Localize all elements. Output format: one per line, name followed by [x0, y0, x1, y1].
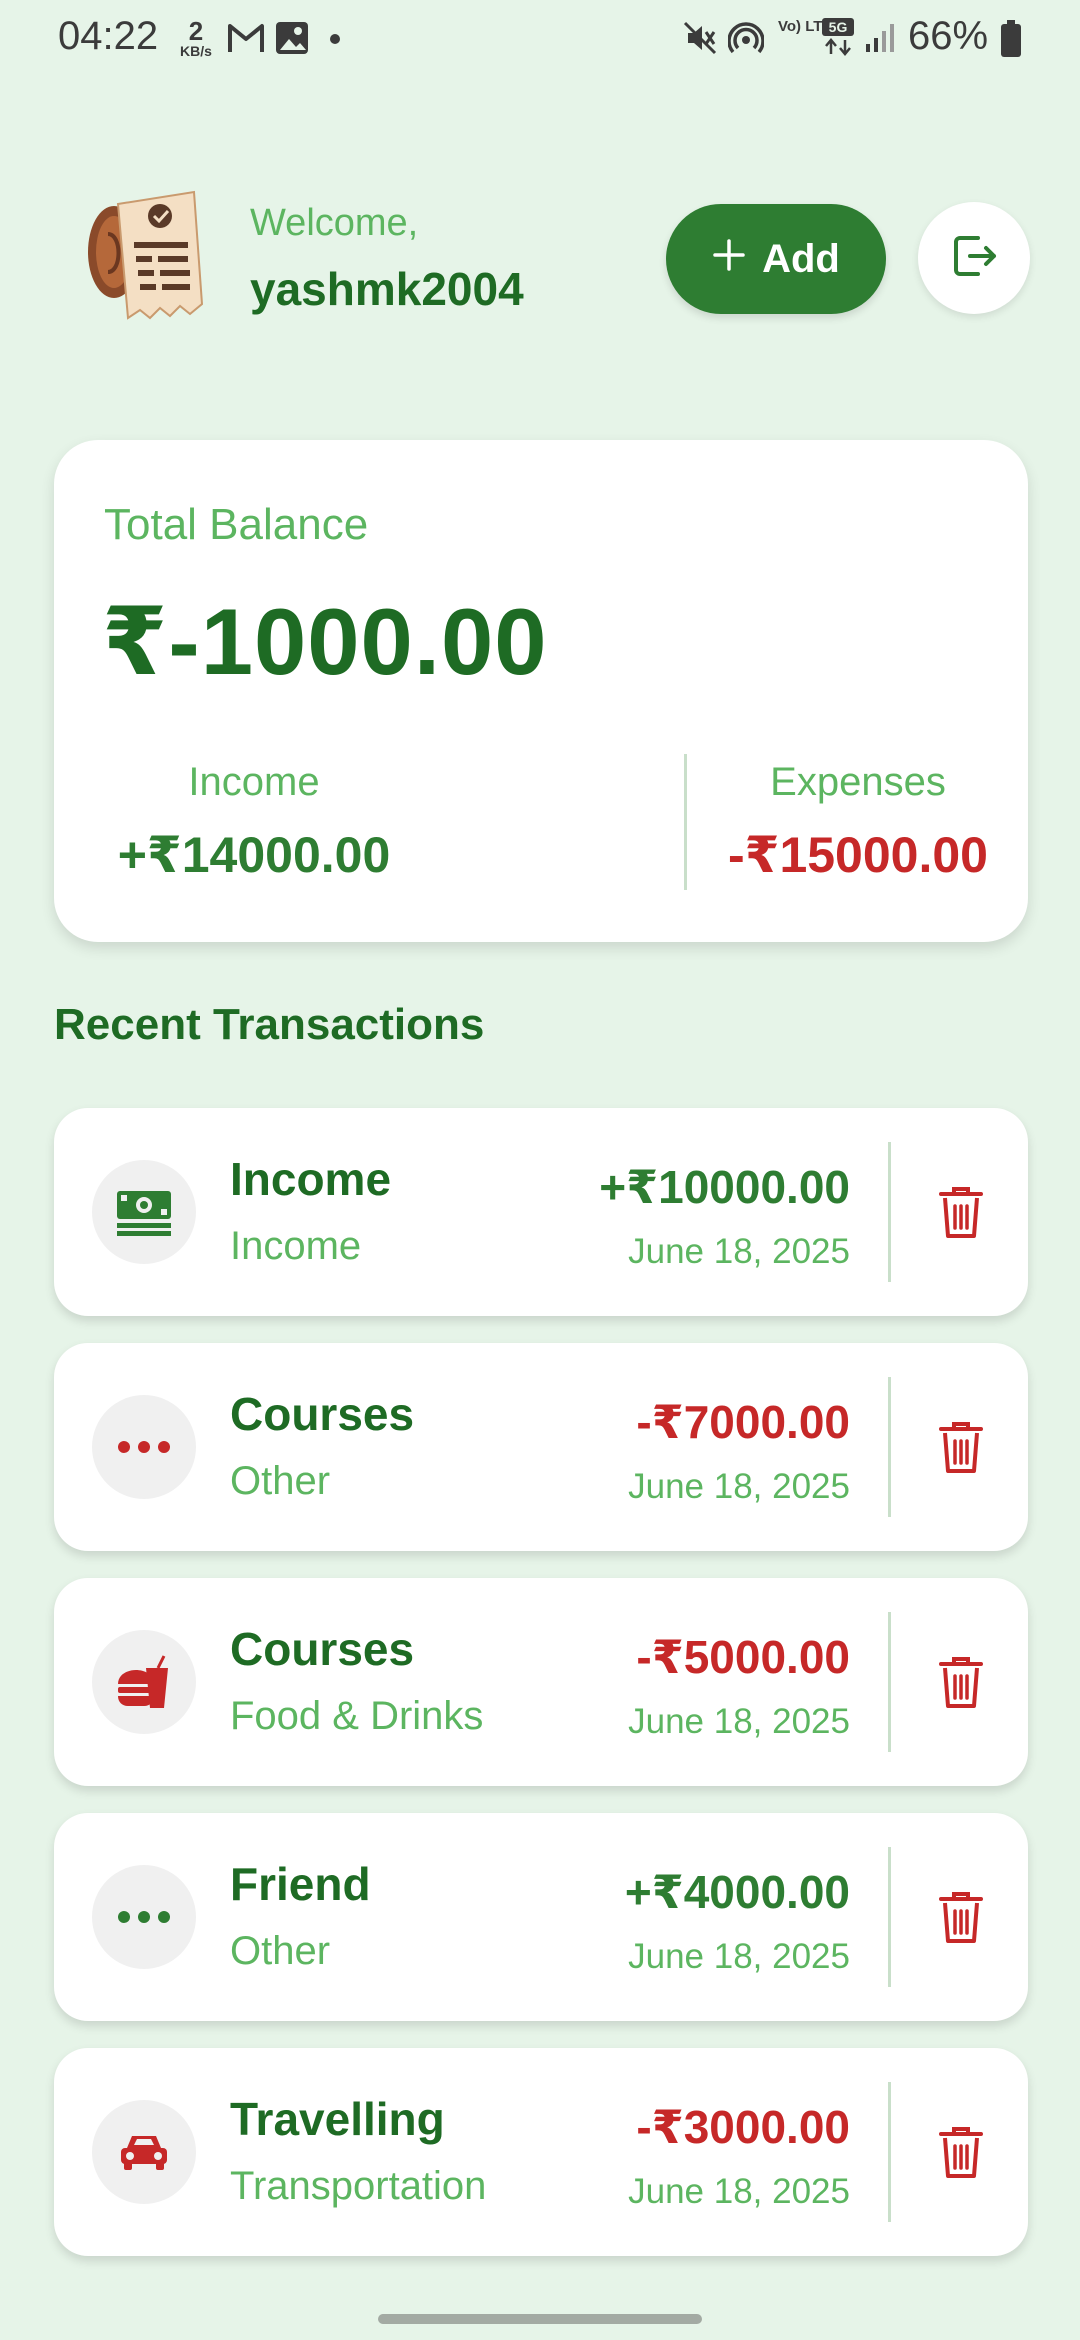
transaction-category: Food & Drinks	[230, 1694, 484, 1738]
status-bar: 04:22 2 KB/s Vo) LTE 5G 66%	[0, 0, 1080, 80]
transaction-item[interactable]: Travelling Transportation -₹3000.00 June…	[54, 2048, 1028, 2256]
signal-icon	[862, 20, 898, 61]
transaction-date: June 18, 2025	[628, 1232, 850, 1271]
transaction-item[interactable]: Courses Food & Drinks -₹5000.00 June 18,…	[54, 1578, 1028, 1786]
transaction-item[interactable]: Friend Other +₹4000.00 June 18, 2025	[54, 1813, 1028, 2021]
transaction-date: June 18, 2025	[628, 2172, 850, 2211]
delete-icon[interactable]	[930, 1883, 992, 1951]
divider	[888, 2082, 891, 2222]
home-indicator[interactable]	[378, 2314, 702, 2324]
transaction-item[interactable]: Courses Other -₹7000.00 June 18, 2025	[54, 1343, 1028, 1551]
transaction-amount: -₹5000.00	[636, 1631, 850, 1683]
transaction-title: Friend	[230, 1858, 371, 1910]
gallery-icon	[274, 20, 310, 61]
battery-percent: 66%	[908, 14, 989, 58]
logout-button[interactable]	[918, 202, 1030, 314]
transaction-category: Other	[230, 1929, 331, 1973]
network-speed: 2 KB/s	[174, 18, 218, 58]
add-transaction-button[interactable]: Add	[666, 204, 886, 314]
car-icon	[92, 2100, 196, 2204]
svg-text:5G: 5G	[829, 19, 848, 35]
expenses-label: Expenses	[770, 760, 946, 804]
income-label: Income	[188, 760, 320, 804]
delete-icon[interactable]	[930, 1648, 992, 1716]
transaction-title: Courses	[230, 1388, 415, 1440]
divider	[888, 1142, 891, 1282]
username: yashmk2004	[250, 263, 524, 315]
transaction-amount: +₹4000.00	[624, 1866, 850, 1918]
status-time: 04:22	[58, 14, 159, 58]
more-icon	[92, 1395, 196, 1499]
network-speed-value: 2	[188, 16, 204, 46]
add-button-label: Add	[762, 236, 840, 281]
divider	[888, 1612, 891, 1752]
expenses-amount: -₹15000.00	[728, 827, 988, 883]
transaction-title: Travelling	[230, 2093, 445, 2145]
transaction-category: Income	[230, 1224, 362, 1268]
divider	[684, 754, 687, 890]
balance-card: Total Balance ₹-1000.00 Income +₹14000.0…	[54, 440, 1028, 942]
app-logo	[84, 186, 208, 330]
transaction-title: Courses	[230, 1623, 415, 1675]
gmail-icon	[226, 20, 266, 61]
cash-icon	[92, 1160, 196, 1264]
transaction-date: June 18, 2025	[628, 1937, 850, 1976]
transaction-category: Other	[230, 1459, 331, 1503]
welcome-text: Welcome,	[250, 202, 419, 244]
mute-icon	[682, 20, 718, 61]
transaction-category: Transportation	[230, 2164, 487, 2208]
logout-icon	[948, 230, 1000, 287]
delete-icon[interactable]	[930, 2118, 992, 2186]
plus-icon	[712, 237, 746, 282]
transaction-amount: -₹3000.00	[636, 2101, 850, 2153]
transaction-amount: -₹7000.00	[636, 1396, 850, 1448]
transaction-amount: +₹10000.00	[599, 1161, 850, 1213]
battery-icon	[1000, 20, 1022, 63]
notification-dot	[330, 34, 340, 44]
5g-icon: 5G	[820, 16, 856, 61]
transaction-item[interactable]: Income Income +₹10000.00 June 18, 2025	[54, 1108, 1028, 1316]
delete-icon[interactable]	[930, 1413, 992, 1481]
income-amount: +₹14000.00	[117, 827, 391, 883]
more-icon	[92, 1865, 196, 1969]
total-balance-amount: ₹-1000.00	[102, 589, 548, 694]
transaction-title: Income	[230, 1153, 392, 1205]
transaction-date: June 18, 2025	[628, 1702, 850, 1741]
delete-icon[interactable]	[930, 1178, 992, 1246]
divider	[888, 1377, 891, 1517]
hotspot-icon	[727, 20, 765, 61]
food-drink-icon	[92, 1630, 196, 1734]
divider	[888, 1847, 891, 1987]
network-speed-unit: KB/s	[180, 43, 212, 59]
total-balance-label: Total Balance	[104, 500, 369, 549]
recent-transactions-title: Recent Transactions	[54, 1000, 485, 1049]
transaction-date: June 18, 2025	[628, 1467, 850, 1506]
